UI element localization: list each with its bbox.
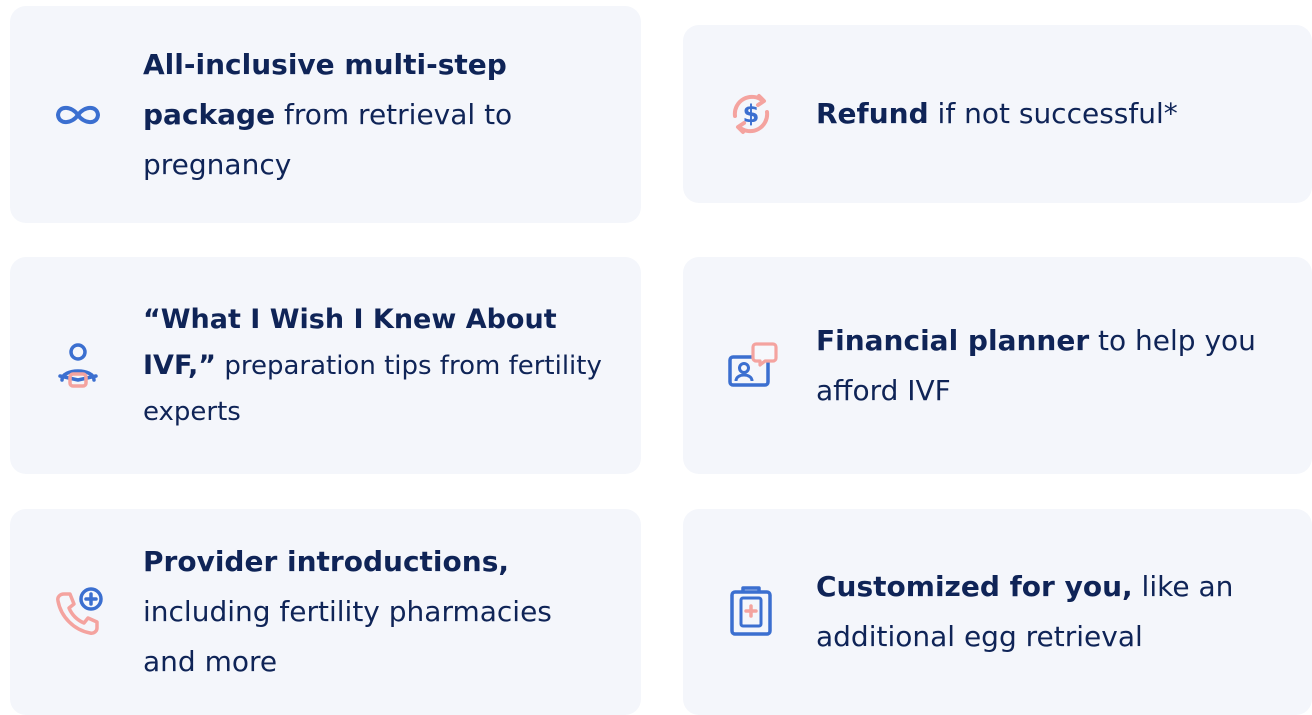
feature-text: Customized for you, like an additional e… (816, 562, 1282, 662)
medical-clipboard-icon (723, 584, 779, 640)
feature-card-provider-introductions: Provider introductions, including fertil… (10, 509, 641, 715)
feature-text: Provider introductions, including fertil… (143, 537, 611, 687)
svg-text:$: $ (743, 100, 760, 128)
phone-add-icon (50, 584, 106, 640)
feature-bold-text: Provider introductions, (143, 545, 509, 578)
feature-text: Financial planner to help you afford IVF (816, 316, 1282, 416)
feature-bold-text: Customized for you, (816, 570, 1133, 603)
feature-card-refund: $ Refund if not successful* (683, 25, 1312, 203)
feature-card-financial-planner: Financial planner to help you afford IVF (683, 257, 1312, 474)
feature-text: “What I Wish I Knew About IVF,” preparat… (143, 297, 611, 435)
feature-rest-text: if not successful* (928, 97, 1178, 130)
feature-bold-text: Refund (816, 97, 929, 130)
feature-card-customized: Customized for you, like an additional e… (683, 509, 1312, 715)
person-reading-icon (50, 338, 106, 394)
feature-card-what-i-wish: “What I Wish I Knew About IVF,” preparat… (10, 257, 641, 474)
infinity-icon (50, 87, 106, 143)
feature-card-all-inclusive: All-inclusive multi-step package from re… (10, 6, 641, 223)
refund-dollar-icon: $ (723, 86, 779, 142)
financial-planner-icon (723, 338, 779, 394)
feature-rest-text: including fertility pharmacies and more (143, 595, 552, 678)
feature-bold-text: Financial planner (816, 323, 1090, 357)
feature-text: All-inclusive multi-step package from re… (143, 40, 611, 190)
feature-text: Refund if not successful* (816, 89, 1282, 139)
